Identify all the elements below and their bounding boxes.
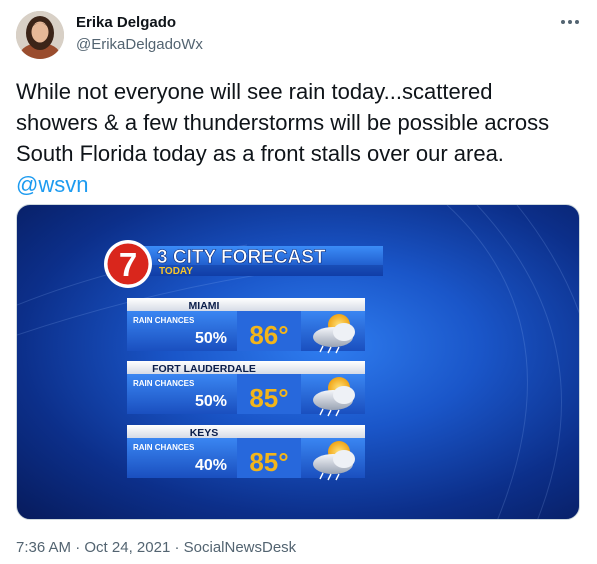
rain-chance-value: 50% (195, 330, 227, 347)
avatar-image (16, 11, 64, 59)
rain-chance-value: 40% (195, 457, 227, 474)
separator-dot: · (75, 539, 81, 556)
more-options-icon[interactable] (561, 17, 581, 27)
city-name: FORT LAUDERDALE (152, 363, 256, 375)
temperature-value: 85° (249, 383, 288, 413)
temperature-value: 86° (249, 320, 288, 350)
tweet-text-line2: showers & a few thunderstorms will be po… (16, 110, 550, 135)
user-handle[interactable]: @ErikaDelgadoWx (76, 36, 203, 53)
rain-chances-label: RAIN CHANCES (133, 443, 195, 452)
tweet-time[interactable]: 7:36 AM (16, 539, 71, 556)
rain-chance-value: 50% (195, 393, 227, 410)
tweet-text-line1: While not everyone will see rain today..… (16, 79, 493, 104)
temperature-value: 85° (249, 447, 288, 477)
rain-chances-label: RAIN CHANCES (133, 316, 195, 325)
tweet-text-line3: South Florida today as a front stalls ov… (16, 141, 504, 166)
tweet-source-link[interactable]: SocialNewsDesk (184, 539, 297, 556)
city-name: KEYS (190, 427, 219, 439)
city-row-keys: KEYS RAIN CHANCES 40% 85° (127, 425, 365, 481)
tweet-text: While not everyone will see rain today..… (16, 76, 582, 200)
rain-chances-label: RAIN CHANCES (133, 379, 195, 388)
city-row-fort-lauderdale: FORT LAUDERDALE RAIN CHANCES 50% 85° (127, 361, 365, 417)
city-name: MIAMI (189, 300, 220, 312)
tweet-media-image[interactable]: 7 3 CITY FORECAST TODAY MIAMI RAIN CHANC… (16, 204, 580, 520)
forecast-graphic: 7 3 CITY FORECAST TODAY MIAMI RAIN CHANC… (17, 205, 579, 519)
forecast-subtitle: TODAY (159, 266, 193, 277)
display-name[interactable]: Erika Delgado (76, 14, 176, 31)
mention-link[interactable]: @wsvn (16, 172, 88, 197)
avatar[interactable] (16, 11, 64, 59)
separator-dot: · (174, 539, 180, 556)
city-row-miami: MIAMI RAIN CHANCES 50% 86° (127, 298, 365, 354)
forecast-title: 3 CITY FORECAST (157, 247, 326, 268)
forecast-header: 7 3 CITY FORECAST TODAY (104, 240, 383, 288)
tweet-timestamp: 7:36 AM · Oct 24, 2021 · SocialNewsDesk (16, 539, 296, 556)
tweet-date[interactable]: Oct 24, 2021 (84, 539, 170, 556)
logo-number: 7 (119, 246, 137, 283)
